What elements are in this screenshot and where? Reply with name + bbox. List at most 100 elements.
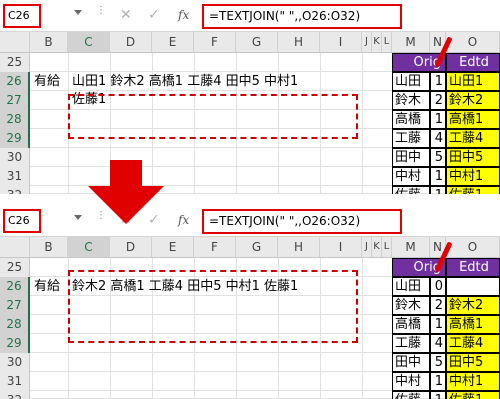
cell-o32[interactable]: 佐藤1 — [446, 391, 500, 399]
column-header-h[interactable]: H — [278, 237, 320, 257]
row-header[interactable]: 31 — [0, 372, 30, 391]
cell-m26[interactable]: 山田 — [392, 277, 430, 296]
cell-o31[interactable]: 中村1 — [446, 372, 500, 391]
column-header-o[interactable]: O — [446, 237, 500, 257]
cell-n27[interactable]: 2 — [430, 296, 446, 315]
formula-bar-resize-icon[interactable]: ⋮ — [96, 6, 106, 22]
cell-n32[interactable]: 1 — [430, 391, 446, 399]
cell-n28[interactable]: 1 — [430, 110, 446, 129]
cell-o28[interactable]: 高橋1 — [446, 110, 500, 129]
cell-n28[interactable]: 1 — [430, 315, 446, 334]
cell-m29[interactable]: 工藤 — [392, 129, 430, 148]
column-header-h[interactable]: H — [278, 32, 320, 52]
cell-m27[interactable]: 鈴木 — [392, 91, 430, 110]
cell-o27[interactable]: 鈴木2 — [446, 91, 500, 110]
column-header-o[interactable]: O — [446, 32, 500, 52]
column-header-d[interactable]: D — [110, 32, 152, 52]
row-header[interactable]: 25 — [0, 258, 30, 277]
row-header[interactable]: 27 — [0, 296, 30, 315]
column-header-i[interactable]: I — [320, 237, 362, 257]
name-box[interactable]: C26 — [3, 209, 41, 233]
column-header-f[interactable]: F — [194, 237, 236, 257]
cell-m32[interactable]: 佐藤 — [392, 186, 430, 194]
select-all-corner[interactable] — [0, 32, 30, 52]
name-box[interactable]: C26 — [3, 4, 41, 28]
cancel-icon[interactable]: ✕ — [120, 7, 132, 23]
insert-function-icon[interactable]: fx — [178, 8, 189, 22]
column-header-c[interactable]: C — [68, 32, 110, 52]
row-header[interactable]: 29 — [0, 334, 30, 353]
row-header[interactable]: 26 — [0, 72, 30, 91]
cell-n30[interactable]: 5 — [430, 148, 446, 167]
cell-o30[interactable]: 田中5 — [446, 353, 500, 372]
row-header[interactable]: 28 — [0, 315, 30, 334]
cell-n26[interactable]: 0 — [430, 277, 446, 296]
cell-c26-line1[interactable]: 山田1 鈴木2 高橋1 工藤4 田中5 中村1 — [72, 73, 298, 90]
cell-o26[interactable]: 山田1 — [446, 72, 500, 91]
cell-n30[interactable]: 5 — [430, 353, 446, 372]
cell-n31[interactable]: 1 — [430, 372, 446, 391]
column-header-b[interactable]: B — [30, 237, 68, 257]
column-header-g[interactable]: G — [236, 237, 278, 257]
column-header-m[interactable]: M — [392, 32, 430, 52]
cell-n27[interactable]: 2 — [430, 91, 446, 110]
cell-b26[interactable]: 有給 — [34, 73, 60, 90]
column-header-c[interactable]: C — [68, 237, 110, 257]
cell-m31[interactable]: 中村 — [392, 372, 430, 391]
row-header[interactable]: 30 — [0, 353, 30, 372]
cell-n26[interactable]: 1 — [430, 72, 446, 91]
cell-m28[interactable]: 高橋 — [392, 315, 430, 334]
cell-m29[interactable]: 工藤 — [392, 334, 430, 353]
cell-o31[interactable]: 中村1 — [446, 167, 500, 186]
cell-m30[interactable]: 田中 — [392, 353, 430, 372]
cell-m31[interactable]: 中村 — [392, 167, 430, 186]
column-header-f[interactable]: F — [194, 32, 236, 52]
column-header-l[interactable]: L — [382, 237, 392, 257]
column-header-d[interactable]: D — [110, 237, 152, 257]
cell-o26[interactable] — [446, 277, 500, 296]
row-header[interactable]: 30 — [0, 148, 30, 167]
row-header[interactable]: 31 — [0, 167, 30, 186]
column-header-m[interactable]: M — [392, 237, 430, 257]
row-header[interactable]: 32 — [0, 186, 30, 194]
column-header-b[interactable]: B — [30, 32, 68, 52]
name-box-dropdown-icon[interactable] — [74, 215, 82, 220]
column-header-j[interactable]: J — [362, 32, 372, 52]
column-header-j[interactable]: J — [362, 237, 372, 257]
cell-o29[interactable]: 工藤4 — [446, 334, 500, 353]
name-box-dropdown-icon[interactable] — [74, 10, 82, 15]
enter-icon[interactable]: ✓ — [148, 7, 160, 23]
column-header-i[interactable]: I — [320, 32, 362, 52]
cell-m26[interactable]: 山田 — [392, 72, 430, 91]
row-header[interactable]: 27 — [0, 91, 30, 110]
row-header[interactable]: 26 — [0, 277, 30, 296]
cell-o30[interactable]: 田中5 — [446, 148, 500, 167]
column-header-e[interactable]: E — [152, 237, 194, 257]
column-header-l[interactable]: L — [382, 32, 392, 52]
column-header-g[interactable]: G — [236, 32, 278, 52]
select-all-corner[interactable] — [0, 237, 30, 257]
cell-m28[interactable]: 高橋 — [392, 110, 430, 129]
cell-m27[interactable]: 鈴木 — [392, 296, 430, 315]
cell-n29[interactable]: 4 — [430, 334, 446, 353]
cell-m32[interactable]: 佐藤 — [392, 391, 430, 399]
cell-o32[interactable]: 佐藤1 — [446, 186, 500, 194]
formula-input[interactable]: =TEXTJOIN(" ",,O26:O32) — [202, 209, 402, 234]
column-header-k[interactable]: K — [372, 237, 382, 257]
insert-function-icon[interactable]: fx — [178, 213, 189, 227]
column-header-e[interactable]: E — [152, 32, 194, 52]
row-header[interactable]: 25 — [0, 53, 30, 72]
row-header[interactable]: 28 — [0, 110, 30, 129]
cell-n32[interactable]: 1 — [430, 186, 446, 194]
cell-m30[interactable]: 田中 — [392, 148, 430, 167]
row-header[interactable]: 29 — [0, 129, 30, 148]
formula-input[interactable]: =TEXTJOIN(" ",,O26:O32) — [202, 4, 402, 29]
cell-n29[interactable]: 4 — [430, 129, 446, 148]
cell-n31[interactable]: 1 — [430, 167, 446, 186]
row-header[interactable]: 32 — [0, 391, 30, 399]
cell-o28[interactable]: 高橋1 — [446, 315, 500, 334]
cell-o27[interactable]: 鈴木2 — [446, 296, 500, 315]
cell-b26[interactable]: 有給 — [34, 278, 60, 295]
cell-o29[interactable]: 工藤4 — [446, 129, 500, 148]
column-header-k[interactable]: K — [372, 32, 382, 52]
